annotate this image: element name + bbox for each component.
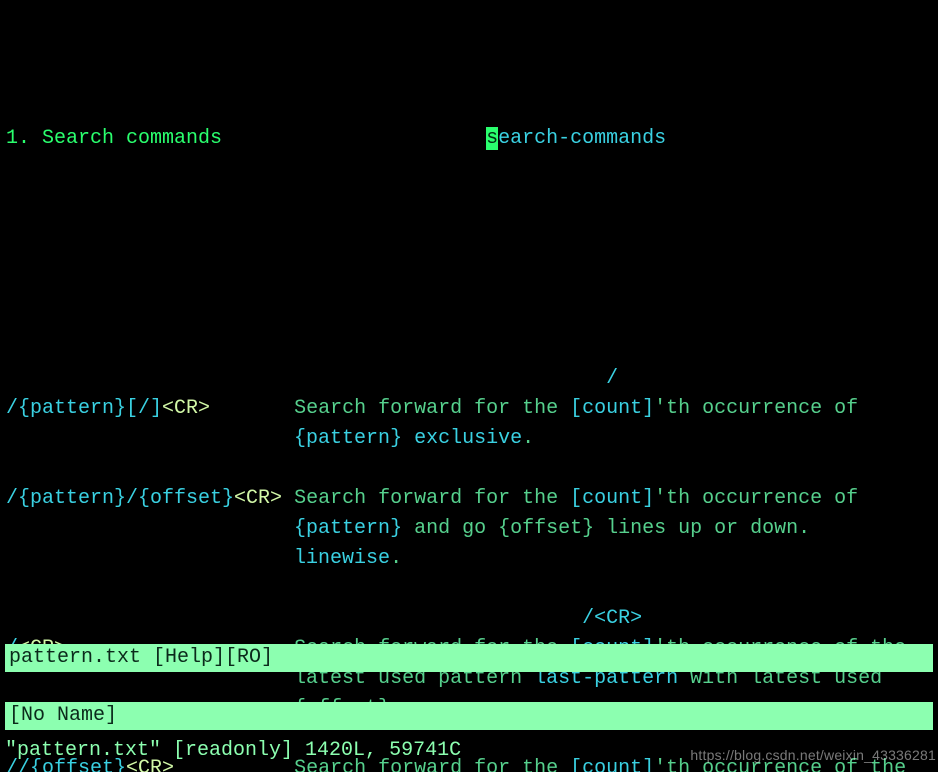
help-text: [count] — [570, 397, 654, 420]
help-text: linewise — [294, 547, 390, 570]
key-notation: <CR> — [162, 397, 210, 420]
help-text: [count] — [570, 487, 654, 510]
help-tag: /<CR> — [582, 607, 642, 630]
help-entry-row: linewise. — [6, 544, 932, 574]
help-text: Search forward for the — [294, 487, 570, 510]
help-entry-row: {pattern} and go {offset} lines up or do… — [6, 514, 932, 544]
help-tag: / — [606, 367, 618, 390]
section-header: 1. Search commands search-commands — [6, 124, 932, 154]
help-entry-row: /{pattern}[/]<CR> Search forward for the… — [6, 394, 932, 424]
help-window-statusline: pattern.txt [Help][RO] — [5, 644, 933, 672]
key-notation: <CR> — [234, 487, 282, 510]
section-number: 1. — [6, 127, 30, 150]
help-text: {pattern} — [294, 427, 402, 450]
help-text: Search forward for the — [294, 397, 570, 420]
terminal-screen[interactable]: 1. Search commands search-commands / /{pa… — [0, 0, 938, 772]
help-tag-row: /<CR> — [6, 604, 932, 634]
help-text: 'th occurrence of — [654, 397, 858, 420]
help-text — [402, 427, 414, 450]
help-text: exclusive — [414, 427, 522, 450]
help-text: . — [390, 547, 402, 570]
help-text: and go {offset} lines up or down. — [402, 517, 810, 540]
empty-buffer-statusline: [No Name] — [5, 702, 933, 730]
help-text: . — [522, 427, 534, 450]
help-text: {pattern} — [294, 517, 402, 540]
blank-row — [6, 574, 932, 604]
search-command: /{pattern}[/] — [6, 397, 162, 420]
help-text: 'th occurrence of — [654, 487, 858, 510]
section-title: Search commands — [42, 127, 222, 150]
watermark-text: https://blog.csdn.net/weixin_43336281 — [690, 745, 936, 766]
blank-row — [6, 454, 932, 484]
search-command: /{pattern}/{offset} — [6, 487, 234, 510]
help-entry-row: {pattern} exclusive. — [6, 424, 932, 454]
help-tag: earch-commands — [498, 127, 666, 150]
cursor-block: s — [486, 127, 498, 150]
help-entry-row: /{pattern}/{offset}<CR> Search forward f… — [6, 484, 932, 514]
help-tag-row: / — [6, 364, 932, 394]
